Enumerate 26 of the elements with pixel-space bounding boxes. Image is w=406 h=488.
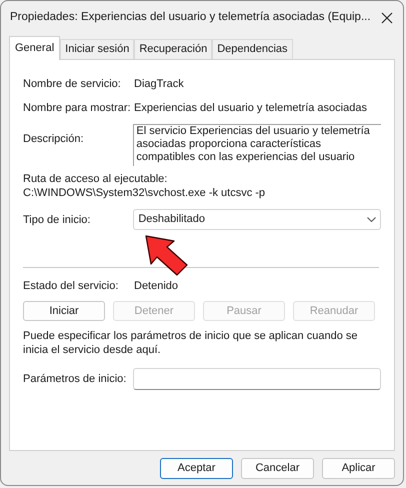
description-box[interactable]: El servicio Experiencias del usuario y telemetría asociadas proporciona características compatibles con las experiencias del usuario [133, 124, 381, 166]
chevron-down-icon [367, 217, 376, 222]
dialog-button[interactable]: Aplicar [322, 458, 395, 479]
field-label: Ruta de acceso al ejecutable: [23, 172, 168, 186]
field-value: Detenido [134, 279, 178, 293]
field-value: DiagTrack [134, 77, 184, 91]
field-label: Estado del servicio: [23, 279, 120, 293]
tab[interactable]: Iniciar sesión [60, 39, 134, 59]
window-title: Propiedades: Experiencias del usuario y telemetría asociadas (Equip... [10, 10, 372, 26]
dialog-button[interactable]: Cancelar [241, 458, 314, 479]
tab[interactable]: General [9, 36, 60, 60]
tab[interactable]: Dependencias [212, 39, 293, 59]
dialog-button[interactable]: Aceptar [160, 458, 233, 479]
startup-type-dropdown[interactable]: Deshabilitado [133, 209, 381, 230]
field-label: Tipo de inicio: [23, 212, 92, 226]
field-label: Nombre para mostrar: [23, 101, 132, 115]
field-label: Nombre de servicio: [23, 77, 122, 91]
close-icon[interactable] [381, 12, 393, 24]
start-parameters-field[interactable] [133, 368, 381, 390]
service-button[interactable]: Iniciar [23, 301, 105, 321]
tab[interactable]: Recuperación [134, 39, 212, 59]
field-label: Descripción: [23, 132, 85, 147]
field-label: Parámetros de inicio: [23, 372, 128, 386]
field-value: Experiencias del usuario y telemetría asociadas [134, 101, 367, 115]
parameters-hint: Puede especificar los parámetros de inicio que se aplican cuando se inicia el servicio desde aquí. [23, 329, 358, 357]
path-text: C:\WINDOWS\System32\svchost.exe -k utcsvc -p [23, 186, 266, 200]
